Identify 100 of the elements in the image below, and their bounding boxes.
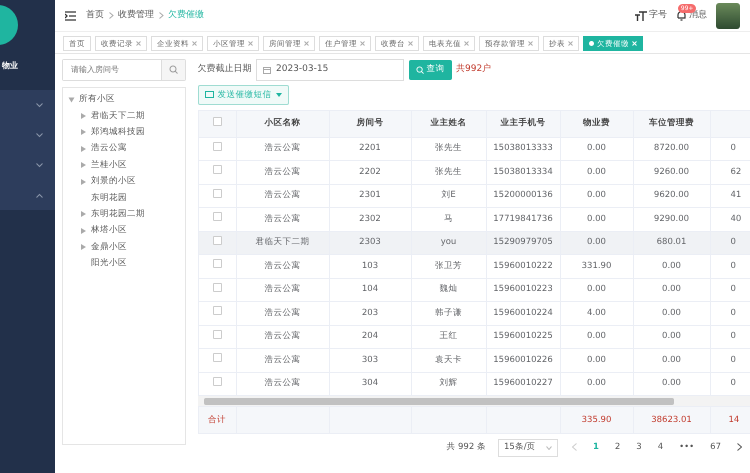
caret-icon[interactable] <box>81 146 86 152</box>
chevron-icon <box>158 12 164 19</box>
column-header: 车位管理费 <box>633 110 710 137</box>
chevron-icon <box>572 442 577 451</box>
table-cell: 浩云公寓 <box>264 308 300 318</box>
close-icon[interactable] <box>304 41 309 46</box>
caret-icon[interactable] <box>81 211 86 218</box>
total-count: 共 992 条 <box>446 441 486 454</box>
table-cell: 15960010223 <box>493 284 553 294</box>
menu-icon[interactable] <box>65 10 76 20</box>
tree-item[interactable]: 君临天下二期 <box>90 110 145 122</box>
table-cell: 0.00 <box>662 284 681 294</box>
tree-item[interactable]: 阳光小区 <box>90 257 127 270</box>
page-button[interactable]: ••• <box>677 441 696 454</box>
bell-icon <box>676 10 687 21</box>
page-button[interactable]: 2 <box>612 441 622 454</box>
date-field[interactable]: 2023-03-15 <box>256 58 404 80</box>
next-page-button[interactable] <box>735 441 744 454</box>
table-cell: 680.01 <box>656 237 686 248</box>
row-checkbox[interactable] <box>212 353 222 362</box>
table-cell: 8720.00 <box>654 143 690 154</box>
calendar-icon <box>263 66 271 74</box>
chevron-icon <box>737 442 742 451</box>
tree-item[interactable]: 金鼎小区 <box>90 240 127 254</box>
row-checkbox[interactable] <box>212 282 222 292</box>
table-cell: 0.00 <box>587 214 606 224</box>
room-search-field[interactable]: 请输入房间号 <box>62 58 186 80</box>
total-cell: 38623.01 <box>651 414 692 425</box>
close-icon[interactable] <box>568 41 573 46</box>
table-cell: 62 <box>730 166 742 177</box>
row-checkbox[interactable] <box>212 306 222 316</box>
close-icon[interactable] <box>192 41 197 46</box>
table-cell: 0 <box>730 308 736 318</box>
row-checkbox[interactable] <box>212 376 222 386</box>
page-button[interactable]: 3 <box>634 441 644 454</box>
table-cell: 0.00 <box>587 354 606 365</box>
tree-item[interactable]: 浩云公寓 <box>90 142 127 156</box>
table-cell: 4.00 <box>587 308 606 318</box>
message-icon <box>204 91 214 99</box>
caret-icon[interactable] <box>68 97 75 102</box>
table-cell: 15960010225 <box>493 331 553 342</box>
table-cell: 魏灿 <box>440 284 458 294</box>
table-cell: 103 <box>362 260 378 271</box>
row-checkbox[interactable] <box>212 142 222 151</box>
caret-icon[interactable] <box>81 129 86 136</box>
breadcrumb-link[interactable]: 首页 <box>86 8 104 22</box>
table-cell: 0.00 <box>662 378 681 388</box>
table-cell: 0.00 <box>662 331 681 342</box>
tree-item[interactable]: 郑鸿城科技园 <box>90 126 145 139</box>
tree-item[interactable]: 林塔小区 <box>90 224 127 238</box>
table-cell: 0 <box>730 378 736 388</box>
caret-icon[interactable] <box>81 112 86 119</box>
tree-item[interactable]: 刘景的小区 <box>90 175 136 188</box>
table-cell: 0.00 <box>662 308 681 318</box>
caret-icon[interactable] <box>81 228 86 234</box>
caret-icon[interactable] <box>81 244 86 250</box>
table-cell: 张先生 <box>435 143 462 154</box>
close-icon[interactable] <box>248 41 253 46</box>
close-icon[interactable] <box>464 41 469 46</box>
column-header: 业主手机号 <box>486 110 560 137</box>
row-checkbox[interactable] <box>212 212 222 222</box>
caret-icon[interactable] <box>81 178 86 184</box>
page-button[interactable]: 67 <box>708 441 723 454</box>
caret-icon[interactable] <box>81 162 86 168</box>
table-cell: 0.00 <box>587 143 606 154</box>
tree-item[interactable]: 东明花园二期 <box>90 208 145 221</box>
breadcrumb-link[interactable]: 收费管理 <box>118 8 154 22</box>
close-icon[interactable] <box>528 41 533 46</box>
table-cell: 0 <box>730 354 736 365</box>
tree-item[interactable]: 所有小区 <box>78 93 115 106</box>
table-cell: 0.00 <box>587 331 606 342</box>
avatar-photo-placeholder[interactable] <box>716 2 740 28</box>
table-cell: 0.00 <box>587 190 606 200</box>
close-icon[interactable] <box>136 41 141 46</box>
row-checkbox[interactable] <box>212 188 222 198</box>
table-cell: 9260.00 <box>654 166 690 177</box>
font-size-button[interactable]: 字号 <box>634 8 667 22</box>
select-all-checkbox[interactable] <box>212 116 222 126</box>
table-cell: 浩云公寓 <box>264 260 300 271</box>
table-cell: 0 <box>730 284 736 294</box>
row-checkbox[interactable] <box>212 165 222 174</box>
row-checkbox[interactable] <box>212 259 222 268</box>
table-cell: 0.00 <box>662 260 681 271</box>
tree-item[interactable]: 东明花园 <box>90 192 127 204</box>
row-checkbox[interactable] <box>212 236 222 245</box>
table-cell: 韩子谦 <box>435 308 462 318</box>
table-cell: 0.00 <box>587 237 606 248</box>
chevron-icon <box>108 12 114 19</box>
page-size-select[interactable]: 15条/页 <box>498 438 558 456</box>
table-cell: 0.00 <box>587 284 606 294</box>
close-icon[interactable] <box>360 41 365 46</box>
close-icon[interactable] <box>408 41 413 46</box>
tree-item[interactable]: 兰桂小区 <box>90 158 127 172</box>
horizontal-scrollbar[interactable] <box>198 396 750 406</box>
column-header: 小区名称 <box>236 110 329 137</box>
search-icon[interactable] <box>168 65 178 74</box>
table-cell: 张卫芳 <box>435 260 462 271</box>
table-cell: 41 <box>730 190 742 200</box>
row-checkbox[interactable] <box>212 330 222 339</box>
page-button[interactable]: 4 <box>656 441 666 454</box>
